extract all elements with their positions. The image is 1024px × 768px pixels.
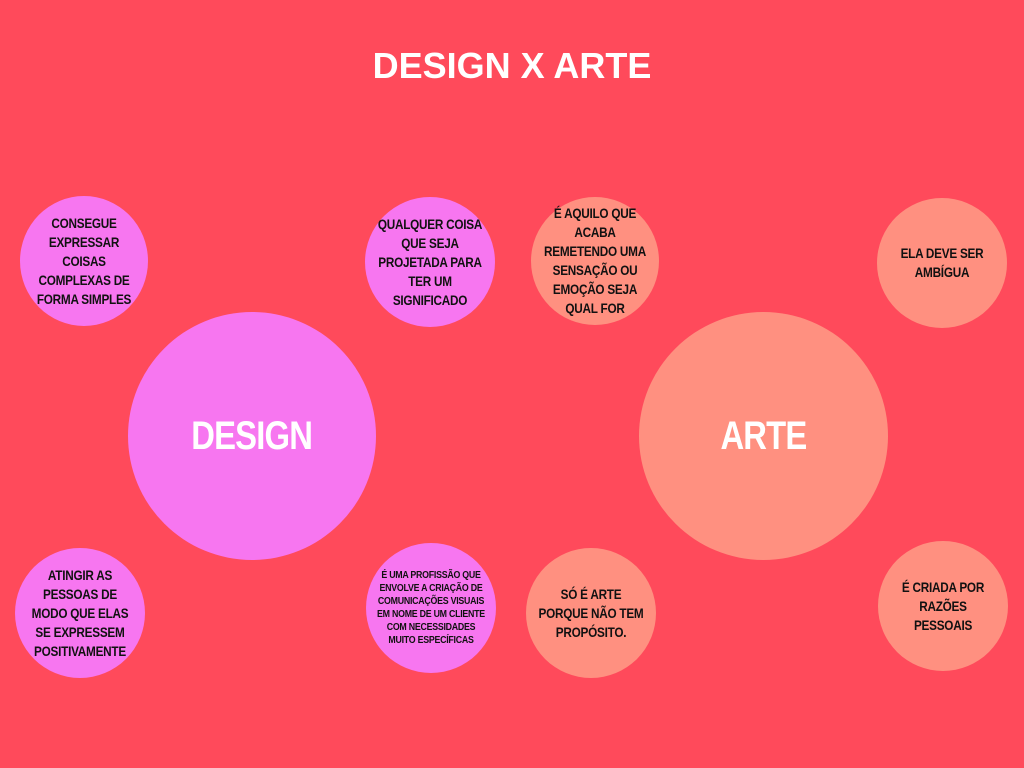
arte-item-text: É CRIADA POR RAZÕES PESSOAIS: [901, 578, 985, 633]
arte-item-text: É AQUILO QUE ACABA REMETENDO UMA SENSAÇÃ…: [544, 205, 646, 316]
arte-item-circle: SÓ É ARTE PORQUE NÃO TEM PROPÓSITO.: [526, 548, 656, 678]
design-item-text: É UMA PROFISSÃO QUE ENVOLVE A CRIAÇÃO DE…: [377, 569, 485, 646]
design-hub-circle: DESIGN: [128, 312, 376, 560]
arte-item-circle: ELA DEVE SER AMBÍGUA: [877, 198, 1007, 328]
design-item-circle: ATINGIR AS PESSOAS DE MODO QUE ELAS SE E…: [15, 548, 145, 678]
arte-hub-label: ARTE: [720, 413, 807, 458]
design-hub-label: DESIGN: [191, 413, 314, 458]
arte-hub-circle: ARTE: [639, 312, 888, 560]
arte-item-text: SÓ É ARTE PORQUE NÃO TEM PROPÓSITO.: [538, 585, 644, 640]
arte-item-text: ELA DEVE SER AMBÍGUA: [900, 245, 984, 280]
design-item-circle: É UMA PROFISSÃO QUE ENVOLVE A CRIAÇÃO DE…: [366, 543, 496, 673]
design-item-text: QUALQUER COISA QUE SEJA PROJETADA PARA T…: [377, 215, 483, 308]
diagram-canvas: DESIGN X ARTE DESIGN ARTE CONSEGUE EXPRE…: [0, 0, 1024, 768]
design-item-text: CONSEGUE EXPRESSAR COISAS COMPLEXAS DE F…: [36, 214, 132, 307]
page-title: DESIGN X ARTE: [372, 45, 652, 86]
design-item-circle: CONSEGUE EXPRESSAR COISAS COMPLEXAS DE F…: [20, 196, 148, 326]
design-item-circle: QUALQUER COISA QUE SEJA PROJETADA PARA T…: [365, 197, 495, 327]
arte-item-circle: É AQUILO QUE ACABA REMETENDO UMA SENSAÇÃ…: [531, 197, 659, 325]
design-item-text: ATINGIR AS PESSOAS DE MODO QUE ELAS SE E…: [31, 566, 129, 659]
arte-item-circle: É CRIADA POR RAZÕES PESSOAIS: [878, 541, 1008, 671]
